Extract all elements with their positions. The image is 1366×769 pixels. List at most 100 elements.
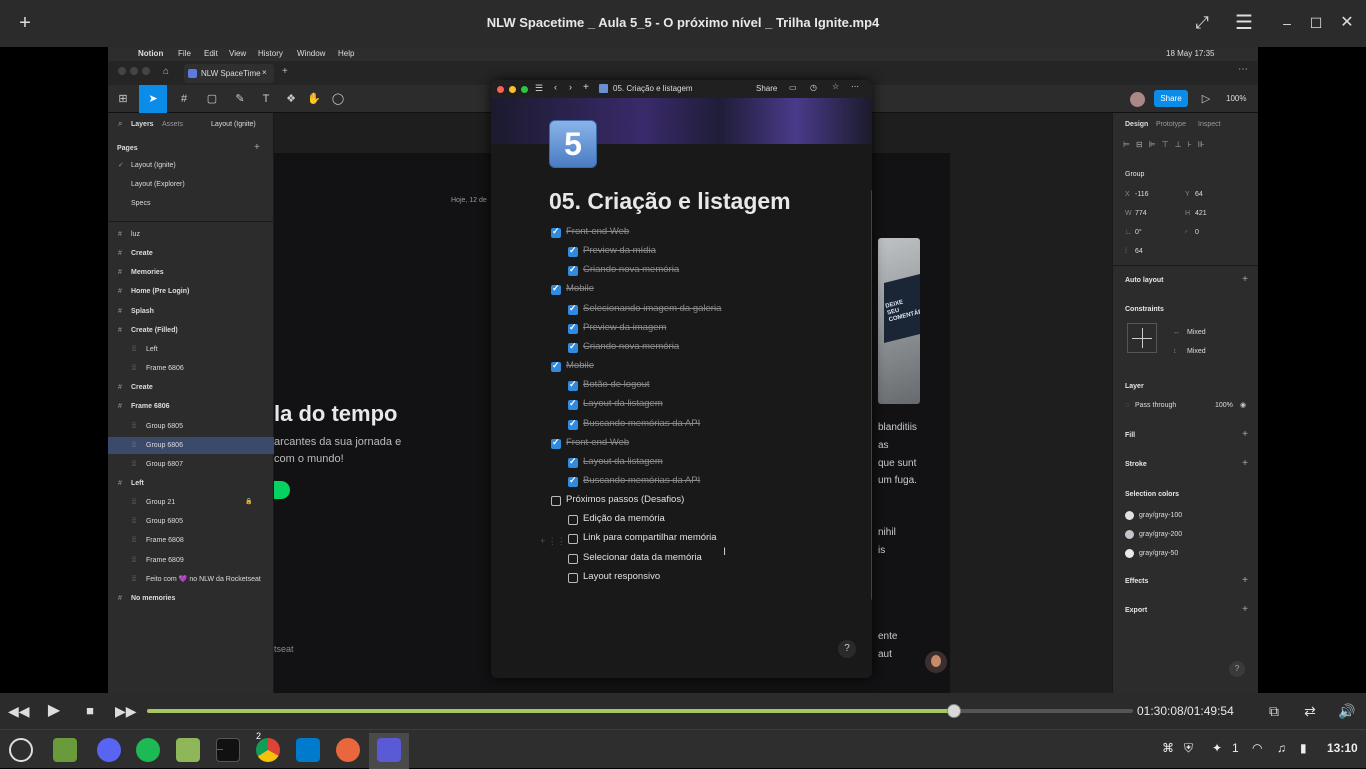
lock-icon: 🔒 — [245, 499, 253, 506]
todo-text: Buscando memórias da API — [583, 417, 701, 429]
layer-item[interactable]: # No memories — [108, 590, 274, 607]
layer-item[interactable]: # Home (Pre Login) — [108, 283, 274, 300]
avatar — [1130, 92, 1145, 107]
pages-heading: Pages — [117, 145, 138, 152]
media-player-icon[interactable] — [369, 733, 409, 769]
search-icon: ⌕ — [118, 119, 123, 128]
page-item[interactable]: ✓ Layout (Ignite) — [108, 157, 274, 174]
taskbar-clock: 13:10 — [1327, 741, 1358, 755]
rotation-value: 0° — [1135, 229, 1142, 236]
todo-checkbox[interactable] — [568, 341, 578, 353]
shield-icon[interactable]: ⛨ — [1184, 741, 1193, 756]
todo-checkbox[interactable] — [551, 283, 561, 296]
menu-history: History — [258, 49, 283, 58]
layer-item[interactable]: ⁞⁞ Frame 6808 — [108, 532, 274, 549]
minimize-icon[interactable]: – — [1273, 10, 1301, 38]
canvas-date: Hoje, 12 de — [451, 197, 487, 204]
todo-text: Front-end Web — [566, 226, 630, 237]
color-name: gray/gray-50 — [1139, 550, 1179, 557]
todo-checkbox[interactable] — [568, 534, 578, 545]
spotify-icon[interactable] — [131, 733, 165, 766]
todo-checkbox[interactable] — [568, 515, 578, 526]
seek-handle[interactable] — [946, 704, 961, 718]
files-icon[interactable] — [171, 733, 205, 766]
layer-item[interactable]: # Create — [108, 245, 274, 262]
mint-menu-icon[interactable] — [4, 733, 38, 766]
todo-text: Buscando memórias da API — [583, 474, 701, 486]
vscode-icon[interactable] — [291, 733, 325, 766]
eye-icon: ◉ — [1240, 402, 1247, 409]
discord-icon[interactable] — [92, 733, 126, 766]
layer-item[interactable]: ⁞⁞ Group 21 🔒 — [108, 494, 274, 511]
color-name: gray/gray-100 — [1139, 512, 1183, 519]
play-icon[interactable]: ▶ — [44, 701, 64, 721]
todo-checkbox[interactable] — [568, 456, 578, 468]
layer-item[interactable]: # Left — [108, 475, 274, 492]
fast-forward-icon[interactable]: ▶▶ — [115, 701, 137, 721]
todo-checkbox[interactable] — [568, 264, 578, 277]
todo-checkbox[interactable] — [568, 245, 578, 258]
layer-item[interactable]: # Frame 6806 — [108, 398, 274, 415]
subtitles-icon[interactable]: ⧉ — [1264, 701, 1284, 721]
todo-checkbox[interactable] — [568, 572, 578, 583]
todo-checkbox[interactable] — [568, 475, 578, 487]
layer-item[interactable]: # Splash — [108, 303, 274, 320]
layer-item[interactable]: ⁞⁞ Feito com 💜 no NLW da Rocketseat — [108, 571, 274, 588]
page-item[interactable]: Specs — [108, 195, 274, 212]
music-icon[interactable]: ♫ — [1277, 741, 1286, 755]
layer-item[interactable]: ⁞⁞ Frame 6809 — [108, 552, 274, 569]
todo-checkbox[interactable] — [568, 303, 578, 315]
layer-item[interactable]: ⁞⁞ Group 6805 — [108, 418, 274, 435]
layer-item[interactable]: # Memories — [108, 264, 274, 281]
todo-text: Selecionando imagem da galeria — [583, 302, 722, 314]
group-icon: ⁞⁞ — [132, 575, 136, 583]
layer-item[interactable]: ⁞⁞ Left — [108, 341, 274, 358]
layer-item[interactable]: ⁞⁞ Frame 6806 — [108, 360, 274, 377]
page-item[interactable]: Layout (Explorer) — [108, 176, 274, 193]
menu-icon[interactable]: ☰ — [1230, 10, 1258, 38]
video-area[interactable]: Notion File Edit View History Window Hel… — [0, 47, 1366, 693]
comments-icon: ▭ — [789, 83, 797, 92]
export-label: Export — [1125, 607, 1148, 614]
rewind-icon[interactable]: ◀◀ — [8, 701, 30, 721]
network-app-icon[interactable]: ⌘ — [1162, 741, 1174, 755]
todo-checkbox[interactable] — [551, 360, 561, 373]
canvas-text: que sunt — [878, 458, 917, 469]
todo-checkbox[interactable] — [568, 379, 578, 392]
todo-checkbox[interactable] — [568, 553, 578, 564]
close-icon[interactable]: ✕ — [1333, 10, 1361, 38]
insomnia-icon[interactable] — [331, 733, 365, 766]
volume-icon[interactable]: 🔊 — [1337, 701, 1357, 721]
todo-text: Criando nova memória — [583, 264, 680, 276]
wifi-icon[interactable]: ◠ — [1252, 741, 1262, 755]
add-export-icon: + — [1242, 604, 1248, 615]
notifications-icon[interactable]: ✦ — [1212, 741, 1222, 755]
maximize-icon[interactable]: ☐ — [1302, 10, 1330, 38]
desktop-icon[interactable] — [48, 733, 82, 766]
shuffle-icon[interactable]: ⇄ — [1300, 701, 1320, 721]
todo-checkbox[interactable] — [551, 226, 561, 238]
todo-text: Criando nova memória — [583, 340, 680, 352]
todo-checkbox[interactable] — [551, 496, 561, 507]
layer-item[interactable]: ⁞⁞ Group 6806 — [108, 436, 274, 454]
todo-checkbox[interactable] — [568, 322, 578, 334]
layer-item[interactable]: # Create (Filled) — [108, 322, 274, 339]
battery-icon[interactable]: ▮ — [1300, 741, 1307, 755]
layer-item[interactable]: ⁞⁞ Group 6805 — [108, 513, 274, 530]
seek-bar[interactable] — [147, 704, 1133, 718]
page-item-label: Layout (Ignite) — [131, 162, 176, 169]
terminal-icon[interactable]: _ — [211, 733, 245, 766]
figma-tab-title: NLW SpaceTime — [201, 69, 261, 78]
todo-checkbox[interactable] — [551, 437, 561, 449]
play-icon: ▷ — [1201, 93, 1211, 105]
fullscreen-icon[interactable]: ⤢ — [1188, 10, 1216, 38]
blend-mode: Pass through — [1135, 402, 1177, 409]
w-value: 774 — [1135, 210, 1147, 217]
layer-item[interactable]: # luz — [108, 226, 274, 243]
stop-icon[interactable]: ■ — [80, 701, 100, 721]
todo-checkbox[interactable] — [568, 418, 578, 430]
layer-item[interactable]: ⁞⁞ Group 6807 — [108, 456, 274, 473]
layer-item[interactable]: # Create — [108, 379, 274, 396]
zoom-level: 100% — [1226, 94, 1247, 103]
todo-checkbox[interactable] — [568, 398, 578, 411]
